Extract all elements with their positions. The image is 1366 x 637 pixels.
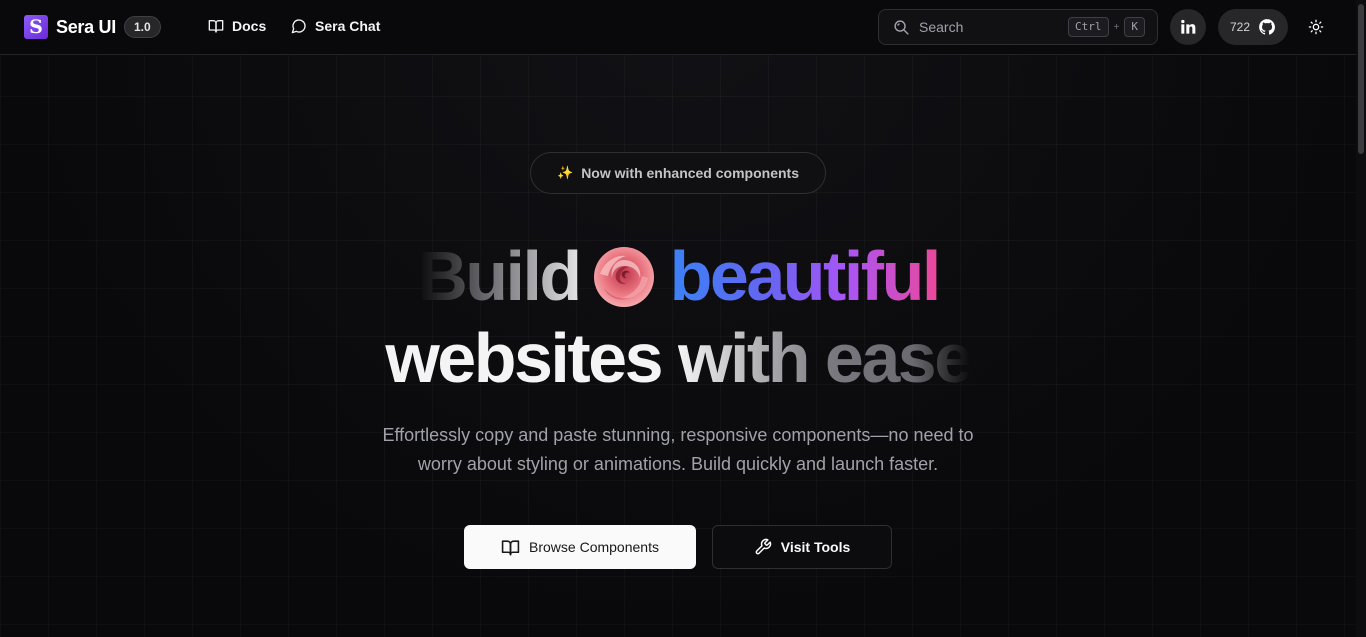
headline-word-ease: ease — [824, 319, 973, 397]
github-star-count: 722 — [1229, 20, 1251, 34]
hero-subtitle-line-2: worry about styling or animations. Build… — [417, 454, 939, 474]
search-shortcut: Ctrl + K — [1068, 17, 1145, 37]
hero-subtitle: Effortlessly copy and paste stunning, re… — [0, 421, 1356, 479]
search-placeholder: Search — [919, 19, 964, 35]
brand-logo[interactable]: S Sera UI 1.0 — [24, 15, 161, 39]
linkedin-button[interactable] — [1170, 9, 1206, 45]
browse-components-button[interactable]: Browse Components — [464, 525, 696, 569]
kbd-plus: + — [1113, 21, 1120, 33]
sparkles-icon: ✨ — [557, 165, 574, 180]
nav-sera-chat-link[interactable]: Sera Chat — [291, 18, 380, 34]
announcement-text: Now with enhanced components — [581, 165, 799, 181]
visit-tools-button[interactable]: Visit Tools — [712, 525, 892, 569]
browse-components-label: Browse Components — [529, 539, 659, 555]
chat-bubble-icon — [291, 19, 306, 34]
headline-word-beautiful: beautiful — [669, 237, 942, 315]
linkedin-icon — [1181, 19, 1196, 34]
book-open-icon — [501, 539, 520, 555]
version-badge: 1.0 — [123, 16, 161, 38]
github-stars-button[interactable]: 722 — [1218, 9, 1288, 45]
rose-icon — [588, 244, 660, 326]
headline-word-build: Build — [417, 237, 582, 315]
nav-docs-link[interactable]: Docs — [208, 18, 266, 34]
top-navbar: S Sera UI 1.0 Docs Sera Chat Search Ctrl… — [0, 0, 1356, 55]
hero-subtitle-line-1: Effortlessly copy and paste stunning, re… — [382, 425, 974, 445]
sun-icon — [1308, 19, 1324, 35]
visit-tools-label: Visit Tools — [780, 539, 851, 555]
kbd-ctrl: Ctrl — [1068, 17, 1109, 37]
page-scrollbar[interactable] — [1356, 0, 1366, 637]
search-input[interactable]: Search Ctrl + K — [878, 9, 1158, 45]
search-icon — [894, 19, 909, 35]
book-open-icon — [208, 20, 224, 33]
hero-headline-line-1: Build beautiful — [0, 236, 1356, 326]
scrollbar-thumb[interactable] — [1358, 4, 1364, 154]
announcement-badge[interactable]: ✨ Now with enhanced components — [530, 152, 826, 194]
theme-toggle-button[interactable] — [1302, 13, 1330, 41]
kbd-k: K — [1124, 17, 1145, 37]
brand-name: Sera UI — [56, 16, 116, 37]
nav-docs-label: Docs — [232, 18, 267, 34]
landing-page: S Sera UI 1.0 Docs Sera Chat Search Ctrl… — [0, 0, 1366, 637]
logo-mark-icon: S — [24, 15, 48, 39]
wrench-icon — [755, 538, 771, 555]
hero-headline-line-2: websites with ease — [0, 318, 1356, 398]
headline-word-websites: websites — [385, 319, 663, 397]
headline-word-with: with — [678, 319, 810, 397]
github-icon — [1259, 19, 1275, 35]
nav-sera-chat-label: Sera Chat — [315, 18, 381, 34]
